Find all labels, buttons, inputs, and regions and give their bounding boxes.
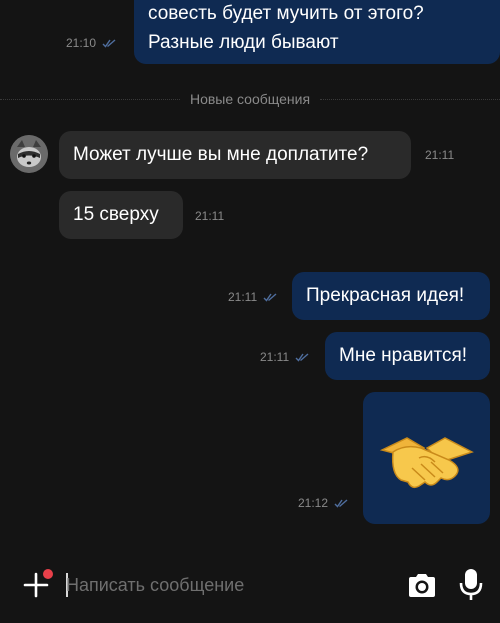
camera-button[interactable] [407,571,437,599]
plus-icon [23,569,53,598]
message-time: 21:11 [425,148,455,162]
message-meta: 21:11 [425,148,454,162]
read-ticks-icon [263,293,277,302]
message-time: 21:11 [260,350,290,364]
message-meta: 21:11 [260,350,309,364]
message-meta: 21:11 [228,290,277,304]
handshake-icon [379,437,474,489]
read-ticks-icon [102,39,116,48]
read-ticks-icon [334,499,348,508]
outgoing-message[interactable]: Прекрасная идея! [292,272,490,320]
microphone-icon [459,569,483,600]
message-input[interactable]: Написать сообщение [66,575,244,596]
message-time: 21:11 [195,209,225,223]
message-time: 21:11 [228,290,258,304]
raccoon-avatar-icon [10,135,48,173]
message-text: Мне нравится! [339,345,468,366]
attach-button[interactable] [22,568,54,600]
avatar[interactable] [10,135,48,173]
message-meta: 21:11 [195,209,224,223]
message-text: 15 сверху [73,204,159,225]
camera-icon [409,574,435,597]
outgoing-emoji-message[interactable] [363,392,490,524]
message-text: Может лучше вы мне доплатите? [73,144,369,165]
message-time: 21:10 [66,36,97,50]
incoming-message[interactable]: 15 сверху [59,191,183,239]
divider-label: Новые сообщения [189,91,311,107]
microphone-button[interactable] [458,568,484,602]
message-text: Прекрасная идея! [306,285,465,306]
message-meta: 21:10 [66,36,116,50]
incoming-message[interactable]: Может лучше вы мне доплатите? [59,131,411,179]
read-ticks-icon [295,353,309,362]
message-time: 21:12 [298,496,329,510]
new-messages-divider: Новые сообщения [0,88,500,110]
outgoing-message[interactable]: совесть будет мучить от этого? Разные лю… [134,0,500,64]
outgoing-message[interactable]: Мне нравится! [325,332,490,380]
message-text: совесть будет мучить от этого? [148,3,424,24]
message-text: Разные люди бывают [148,32,339,53]
message-meta: 21:12 [298,496,348,510]
message-input-placeholder: Написать сообщение [66,575,245,595]
